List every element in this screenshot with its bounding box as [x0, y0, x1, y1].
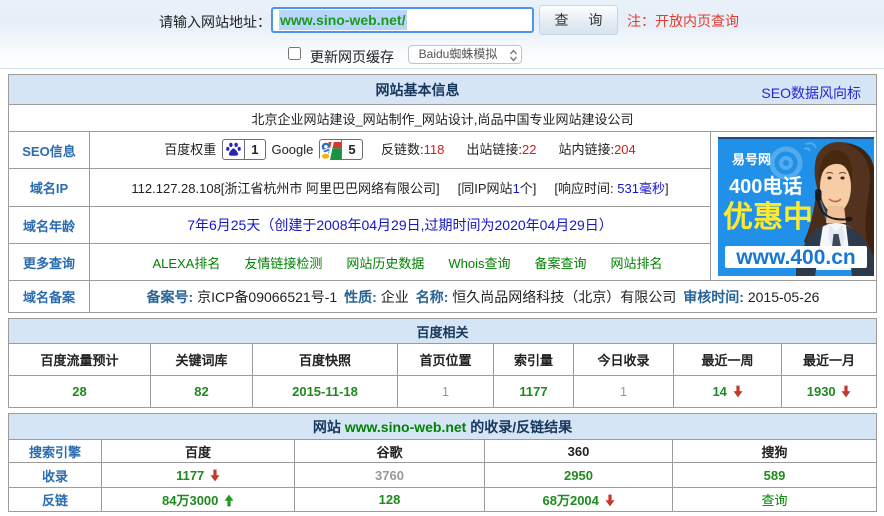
- svg-text:400电话: 400电话: [729, 175, 802, 198]
- svg-text:易号网: 易号网: [732, 152, 771, 167]
- svg-text:优惠中: 优惠中: [723, 201, 813, 234]
- svg-text:www.400.cn: www.400.cn: [735, 246, 855, 269]
